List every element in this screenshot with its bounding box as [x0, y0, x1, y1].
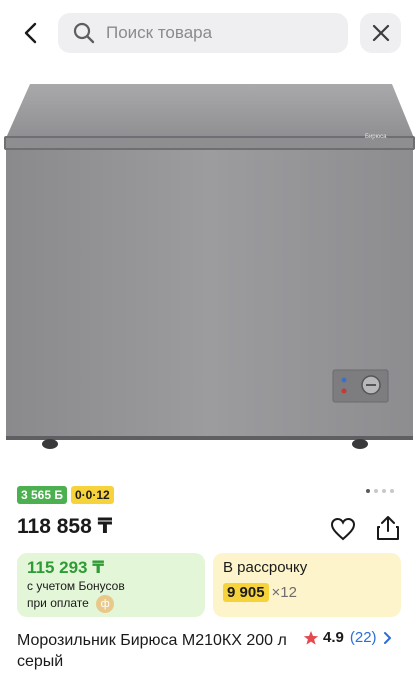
installment-row: 9 905 ×12: [223, 583, 391, 602]
installment-months: ×12: [271, 584, 297, 601]
bonus-price: 115 293 ₸: [27, 558, 105, 577]
bonus-price-card[interactable]: 115 293 ₸ с учетом Бонусов при оплате ф: [17, 553, 205, 617]
coin-icon: ф: [96, 595, 115, 613]
bonus-note-line2: при оплате ф: [27, 595, 195, 613]
search-icon: [73, 22, 95, 44]
chevron-left-icon: [24, 22, 37, 44]
bonus-note-line1: с учетом Бонусов: [27, 579, 125, 593]
badges: 3 565 Б 0·0·12: [17, 486, 114, 504]
installment-card[interactable]: В рассрочку 9 905 ×12: [213, 553, 401, 617]
installment-monthly: 9 905: [223, 583, 269, 602]
share-button[interactable]: [374, 514, 402, 542]
search-input[interactable]: [106, 23, 326, 43]
product-price: 118 858 ₸: [17, 515, 113, 538]
gallery-pagination: [366, 489, 394, 493]
brand-label: Бирюса: [365, 134, 387, 140]
close-icon: [372, 24, 389, 42]
search-box[interactable]: [58, 13, 348, 53]
rating-value: 4.9: [323, 629, 344, 646]
bonus-note-text: при оплате: [27, 596, 89, 611]
installment-badge: 0·0·12: [71, 486, 114, 504]
installment-title: В рассрочку: [223, 559, 308, 576]
chest-freezer-image: Бирюса: [4, 84, 415, 449]
favorite-button[interactable]: [329, 515, 357, 543]
pagination-dot: [382, 489, 386, 493]
star-icon: [303, 630, 319, 645]
product-name: Морозильник Бирюса М210КХ 200 л серый: [17, 632, 287, 670]
share-icon: [377, 516, 399, 540]
close-button[interactable]: [360, 13, 401, 53]
review-count: (22): [349, 629, 377, 646]
back-button[interactable]: [14, 16, 48, 50]
rating-link[interactable]: 4.9 (22): [303, 629, 393, 646]
product-image[interactable]: Бирюса: [0, 68, 419, 468]
pagination-dot: [390, 489, 394, 493]
pagination-dot: [374, 489, 378, 493]
chevron-right-icon: [383, 631, 391, 644]
heart-icon: [330, 517, 356, 541]
bonus-badge: 3 565 Б: [17, 486, 67, 504]
top-bar: [0, 0, 419, 68]
pagination-dot-active: [366, 489, 370, 493]
